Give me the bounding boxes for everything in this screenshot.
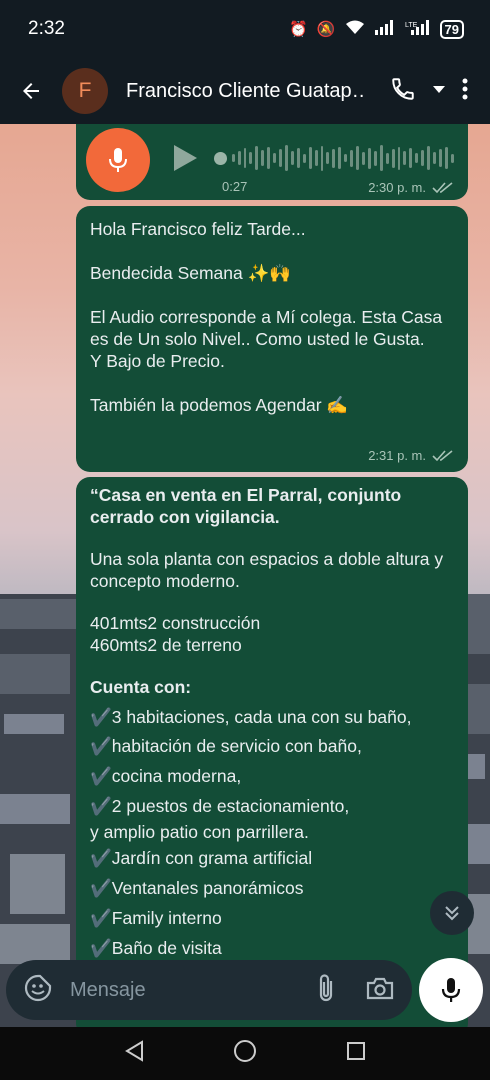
audio-duration: 0:27 <box>222 179 248 194</box>
voice-call-button[interactable] <box>390 76 416 107</box>
microphone-icon <box>441 978 461 1002</box>
message-time: 2:31 p. m. <box>368 448 426 463</box>
sticker-icon <box>24 974 52 1001</box>
arrow-left-icon <box>23 83 39 99</box>
sticker-button[interactable] <box>24 974 52 1007</box>
status-icons: ⏰ 🔕 LTE 79 <box>289 19 464 39</box>
system-nav-bar <box>0 1027 490 1080</box>
camera-icon <box>366 977 394 999</box>
more-vertical-icon <box>462 78 468 99</box>
voice-record-button[interactable] <box>419 958 483 1022</box>
microphone-icon <box>109 148 127 172</box>
svg-text:LTE: LTE <box>405 22 418 29</box>
message-line: Hola Francisco feliz Tarde... <box>90 219 306 239</box>
nav-recents-button[interactable] <box>346 1041 366 1066</box>
listing-message-bubble[interactable]: “Casa en venta en El Parral, conjunto ce… <box>76 477 468 1027</box>
listing-area: 401mts2 construcción <box>90 613 261 633</box>
signal-lte-icon: LTE <box>405 19 431 39</box>
audio-waveform[interactable] <box>214 142 454 174</box>
feature-item: ✔️habitación de servicio con baño, <box>90 735 362 756</box>
check-icon: ✔️ <box>90 765 112 786</box>
audio-sender-badge <box>86 128 150 192</box>
wifi-icon <box>345 19 365 39</box>
square-recents-icon <box>346 1042 365 1060</box>
double-chevron-down-icon <box>445 906 459 921</box>
chat-area[interactable]: 0:27 2:30 p. m. Hola Francisco feliz Tar… <box>0 124 490 1027</box>
nav-back-button[interactable] <box>124 1040 144 1067</box>
more-options-button[interactable] <box>462 77 468 106</box>
message-line: También la podemos Agendar ✍️ <box>90 395 349 415</box>
double-check-icon <box>432 450 453 462</box>
message-line: El Audio corresponde a Mí colega. Esta C… <box>90 307 443 349</box>
feature-item: ✔️Baño de visita <box>90 937 222 958</box>
audio-scrubber[interactable] <box>214 151 227 165</box>
feature-item: ✔️cocina moderna, <box>90 765 242 786</box>
listing-area: 460mts2 de terreno <box>90 634 242 655</box>
feature-item: ✔️2 puestos de estacionamiento, <box>90 795 350 816</box>
alarm-icon: ⏰ <box>289 21 308 38</box>
text-message-bubble[interactable]: Hola Francisco feliz Tarde... Bendecida … <box>76 206 468 472</box>
phone-icon <box>392 77 414 100</box>
status-time: 2:32 <box>28 18 65 39</box>
scroll-to-bottom-button[interactable] <box>430 891 474 935</box>
message-meta: 2:30 p. m. <box>368 180 454 195</box>
features-title: Cuenta con: <box>90 677 192 697</box>
listing-intro: Una sola planta con espacios a doble alt… <box>90 549 444 591</box>
feature-item: ✔️Family interno <box>90 907 222 928</box>
chat-header: F Francisco Cliente Guatap… <box>0 58 490 124</box>
message-line: Bendecida Semana ✨🙌 <box>90 263 292 283</box>
signal-icon <box>374 19 396 39</box>
feature-item: ✔️Jardín con grama artificial <box>90 847 313 868</box>
check-icon: ✔️ <box>90 907 112 928</box>
listing-heading: “Casa en venta en El Parral, conjunto ce… <box>90 485 402 527</box>
check-icon: ✔️ <box>90 795 112 816</box>
camera-button[interactable] <box>366 976 394 1005</box>
feature-item: y amplio patio con parrillera. <box>90 821 309 842</box>
back-button[interactable] <box>0 79 62 103</box>
paperclip-icon <box>319 973 333 1001</box>
check-icon: ✔️ <box>90 937 112 958</box>
check-icon: ✔️ <box>90 847 112 868</box>
check-icon: ✔️ <box>90 877 112 898</box>
feature-item: ✔️3 habitaciones, cada una con su baño, <box>90 706 412 727</box>
message-meta: 2:31 p. m. <box>368 445 454 467</box>
circle-home-icon <box>233 1040 256 1062</box>
play-icon <box>174 145 197 171</box>
contact-name[interactable]: Francisco Cliente Guatap… <box>126 80 366 103</box>
message-line: Y Bajo de Precio. <box>90 351 225 371</box>
attach-button[interactable] <box>316 973 336 1008</box>
call-options-dropdown[interactable] <box>432 82 446 100</box>
nav-home-button[interactable] <box>233 1039 257 1068</box>
triangle-back-icon <box>125 1040 144 1062</box>
message-composer: Mensaje <box>6 960 412 1020</box>
message-time: 2:30 p. m. <box>368 180 426 195</box>
mute-icon: 🔕 <box>316 21 336 38</box>
battery-indicator: 79 <box>439 19 464 39</box>
caret-down-icon <box>433 86 445 93</box>
double-check-icon <box>432 181 453 193</box>
play-audio-button[interactable] <box>172 144 198 177</box>
status-bar: 2:32 ⏰ 🔕 LTE 79 <box>0 0 490 58</box>
message-input[interactable]: Mensaje <box>70 979 316 1002</box>
avatar[interactable]: F <box>62 68 108 114</box>
check-icon: ✔️ <box>90 706 112 727</box>
audio-message-bubble[interactable]: 0:27 2:30 p. m. <box>76 124 468 200</box>
feature-item: ✔️Ventanales panorámicos <box>90 877 304 898</box>
check-icon: ✔️ <box>90 735 112 756</box>
